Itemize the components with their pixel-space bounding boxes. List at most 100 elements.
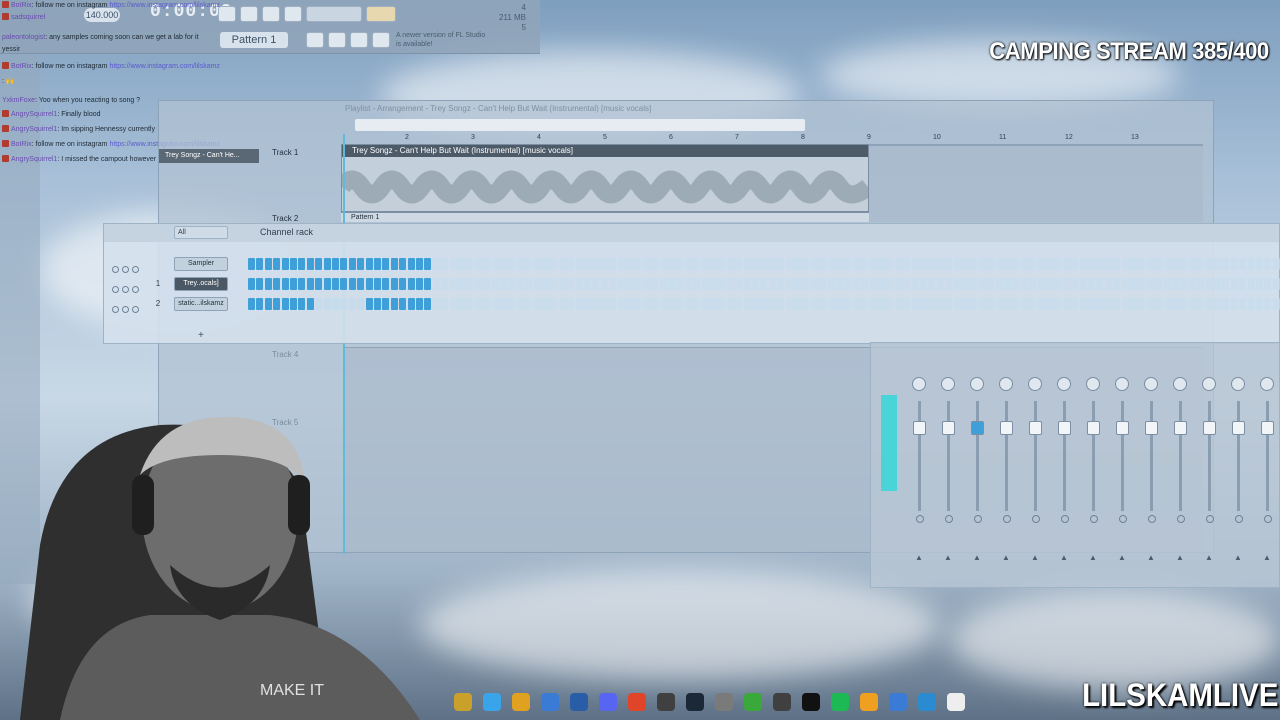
step-button[interactable] (466, 258, 474, 270)
step-button[interactable] (365, 278, 373, 290)
photoshop-icon[interactable] (570, 693, 588, 711)
step-button[interactable] (1130, 258, 1137, 270)
playlist-button[interactable] (306, 32, 324, 48)
step-button[interactable] (861, 298, 869, 310)
step-button[interactable] (290, 298, 297, 310)
step-button[interactable] (323, 298, 331, 310)
channel-knobs[interactable] (112, 280, 148, 293)
step-button[interactable] (458, 278, 465, 290)
mixer-channel-strip[interactable]: ▲ (1050, 343, 1079, 583)
step-button[interactable] (1214, 278, 1221, 290)
step-button[interactable] (432, 298, 440, 310)
route-toggle[interactable] (1177, 515, 1185, 523)
send-arrow-icon[interactable]: ▲ (944, 553, 952, 562)
step-button[interactable] (710, 258, 717, 270)
record-button[interactable] (218, 6, 236, 22)
mixer-window[interactable]: ▲ ▲ ▲ ▲ ▲ ▲ ▲ ▲ ▲ ▲ ▲ ▲ ▲ (870, 342, 1280, 588)
step-button[interactable] (416, 298, 423, 310)
step-button[interactable] (844, 298, 852, 310)
step-button[interactable] (987, 278, 995, 290)
step-button[interactable] (1104, 298, 1112, 310)
mixer-channel-strip[interactable]: ▲ (934, 343, 963, 583)
step-button[interactable] (1230, 278, 1238, 290)
mixer-track-number[interactable] (150, 257, 166, 271)
step-button[interactable] (903, 278, 911, 290)
step-button[interactable] (626, 278, 633, 290)
step-button[interactable] (374, 298, 381, 310)
step-button[interactable] (567, 278, 575, 290)
step-button[interactable] (651, 258, 659, 270)
step-button[interactable] (399, 258, 407, 270)
step-button[interactable] (474, 298, 482, 310)
step-button[interactable] (542, 258, 549, 270)
step-button[interactable] (1054, 298, 1062, 310)
send-arrow-icon[interactable]: ▲ (1031, 553, 1039, 562)
mixer-channel-strip[interactable]: ▲ (905, 343, 934, 583)
step-button[interactable] (894, 278, 902, 290)
step-button[interactable] (810, 278, 818, 290)
step-button[interactable] (962, 258, 969, 270)
step-button[interactable] (1205, 278, 1213, 290)
step-button[interactable] (525, 278, 533, 290)
add-channel-button[interactable]: + (198, 330, 204, 341)
step-button[interactable] (558, 258, 566, 270)
step-button[interactable] (710, 298, 717, 310)
step-button[interactable] (248, 258, 255, 270)
pan-knob[interactable] (1231, 377, 1245, 391)
volume-fader[interactable] (971, 421, 984, 435)
step-button[interactable] (1096, 258, 1104, 270)
step-button[interactable] (852, 258, 860, 270)
step-button[interactable] (1138, 278, 1146, 290)
step-button[interactable] (1054, 258, 1062, 270)
step-button[interactable] (508, 278, 516, 290)
step-button[interactable] (953, 278, 961, 290)
4k-icon[interactable] (773, 693, 791, 711)
step-button[interactable] (1046, 258, 1053, 270)
step-button[interactable] (659, 278, 667, 290)
mixer-channel-strip[interactable]: ▲ (992, 343, 1021, 583)
mixer-channel-strip[interactable]: ▲ (1108, 343, 1137, 583)
step-button[interactable] (1079, 278, 1087, 290)
pan-knob[interactable] (1057, 377, 1071, 391)
step-button[interactable] (970, 298, 978, 310)
send-arrow-icon[interactable]: ▲ (1118, 553, 1126, 562)
step-button[interactable] (256, 298, 264, 310)
step-button[interactable] (794, 258, 801, 270)
step-button[interactable] (894, 298, 902, 310)
step-button[interactable] (390, 278, 398, 290)
step-button[interactable] (281, 258, 289, 270)
step-button[interactable] (634, 278, 642, 290)
step-button[interactable] (1256, 298, 1263, 310)
mixer-button[interactable] (372, 32, 390, 48)
step-button[interactable] (1256, 258, 1263, 270)
mixer-channel-strip[interactable]: ▲ (1166, 343, 1195, 583)
mixer-channel-strip[interactable]: ▲ (1079, 343, 1108, 583)
step-button[interactable] (978, 258, 986, 270)
step-button[interactable] (466, 278, 474, 290)
step-button[interactable] (466, 298, 474, 310)
step-button[interactable] (600, 298, 608, 310)
step-button[interactable] (785, 298, 793, 310)
step-button[interactable] (567, 298, 575, 310)
step-button[interactable] (1146, 258, 1154, 270)
step-button[interactable] (668, 258, 675, 270)
step-button[interactable] (1180, 298, 1188, 310)
step-button[interactable] (1088, 298, 1095, 310)
step-button[interactable] (1054, 278, 1062, 290)
step-button[interactable] (407, 278, 415, 290)
mixer-channel-strip[interactable]: ▲ (1224, 343, 1253, 583)
route-toggle[interactable] (1235, 515, 1243, 523)
fl-studio-icon[interactable] (860, 693, 878, 711)
step-button[interactable] (1155, 258, 1163, 270)
mixer-channel-strip[interactable]: ▲ (1021, 343, 1050, 583)
step-button[interactable] (743, 278, 751, 290)
step-button[interactable] (1247, 298, 1255, 310)
step-button[interactable] (1239, 278, 1247, 290)
step-button[interactable] (483, 278, 491, 290)
step-button[interactable] (365, 258, 373, 270)
step-button[interactable] (298, 258, 306, 270)
pan-knob[interactable] (1144, 377, 1158, 391)
step-button[interactable] (491, 298, 499, 310)
step-button[interactable] (592, 258, 600, 270)
mixer-track-number[interactable]: 1 (150, 277, 166, 291)
